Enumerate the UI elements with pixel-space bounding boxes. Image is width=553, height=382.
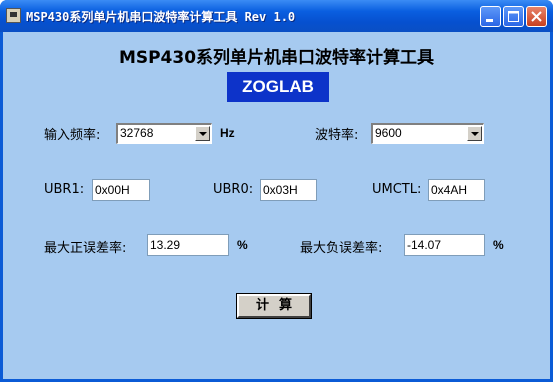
chevron-down-icon[interactable] bbox=[467, 126, 482, 141]
app-icon[interactable] bbox=[6, 8, 21, 23]
umctl-field[interactable]: 0x4AH bbox=[428, 179, 485, 201]
calculate-button[interactable]: 计算 bbox=[236, 293, 312, 319]
baud-label: 波特率: bbox=[315, 128, 359, 143]
close-icon bbox=[531, 11, 542, 22]
max-pos-err-label: 最大正误差率: bbox=[44, 241, 127, 256]
input-freq-select[interactable]: 32768 bbox=[116, 123, 212, 144]
max-pos-err-unit: % bbox=[237, 238, 248, 252]
baud-value: 9600 bbox=[375, 126, 402, 140]
page-title: MSP430系列单片机串口波特率计算工具 bbox=[118, 48, 435, 68]
max-neg-err-unit: % bbox=[493, 238, 504, 252]
window-title: MSP430系列单片机串口波特率计算工具 Rev 1.0 bbox=[26, 10, 296, 24]
close-button[interactable] bbox=[526, 6, 547, 27]
umctl-label: UMCTL: bbox=[372, 182, 422, 197]
max-neg-err-field[interactable]: -14.07 bbox=[404, 234, 485, 256]
client-area: MSP430系列单片机串口波特率计算工具 ZOGLAB 输入频率: 32768 … bbox=[3, 32, 550, 379]
maximize-button[interactable] bbox=[503, 6, 524, 27]
minimize-icon bbox=[486, 19, 493, 22]
input-freq-value: 32768 bbox=[120, 126, 154, 140]
logo: ZOGLAB bbox=[227, 72, 329, 102]
baud-select[interactable]: 9600 bbox=[371, 123, 484, 144]
title-bar[interactable]: MSP430系列单片机串口波特率计算工具 Rev 1.0 bbox=[0, 0, 553, 32]
chevron-down-icon[interactable] bbox=[195, 126, 210, 141]
ubr0-label: UBR0: bbox=[213, 182, 254, 197]
ubr1-label: UBR1: bbox=[44, 182, 85, 197]
ubr0-field[interactable]: 0x03H bbox=[260, 179, 317, 201]
max-neg-err-label: 最大负误差率: bbox=[300, 241, 383, 256]
app-window: MSP430系列单片机串口波特率计算工具 Rev 1.0 MSP430系列单片机… bbox=[0, 0, 553, 382]
minimize-button[interactable] bbox=[480, 6, 501, 27]
input-freq-label: 输入频率: bbox=[44, 128, 101, 143]
maximize-icon bbox=[508, 11, 519, 22]
max-pos-err-field[interactable]: 13.29 bbox=[147, 234, 229, 256]
input-freq-unit: Hz bbox=[220, 126, 235, 140]
ubr1-field[interactable]: 0x00H bbox=[92, 179, 150, 201]
